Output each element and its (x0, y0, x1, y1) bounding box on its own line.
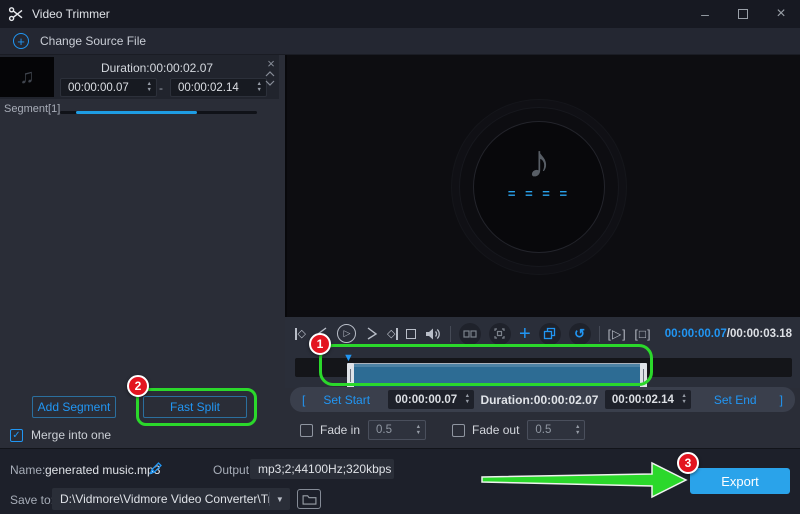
fade-out-input[interactable]: 0.5 ▲ ▼ (527, 420, 585, 440)
next-frame-button[interactable] (364, 326, 379, 341)
change-source-file-button[interactable]: Change Source File (40, 34, 146, 48)
segment-progress-track (60, 111, 257, 114)
browse-folder-button[interactable] (297, 489, 321, 509)
spin-down-icon[interactable]: ▼ (575, 431, 580, 436)
timecode-display: 00:00:00.07/00:00:03.18 (665, 328, 792, 340)
bracket-right: ] (780, 393, 783, 407)
file-name-value: generated music.mp3 (45, 463, 160, 477)
maximize-button[interactable] (732, 3, 754, 25)
step-badge-1: 1 (309, 333, 331, 355)
snapshot-button[interactable] (489, 323, 511, 345)
name-label: Name: (10, 463, 45, 477)
trim-start-stepper[interactable]: ▲ ▼ (465, 394, 474, 405)
trim-end-stepper[interactable]: ▲ ▼ (681, 394, 690, 405)
copy-segment-button[interactable] (539, 323, 561, 345)
range-dash: - (159, 81, 163, 95)
output-label: Output: (213, 463, 252, 477)
reset-button[interactable]: ↺ (569, 323, 591, 345)
annotation-box-fast-split (136, 388, 257, 426)
close-button[interactable]: × (770, 3, 792, 25)
dropdown-caret-icon[interactable]: ▼ (270, 495, 290, 504)
fade-in-label: Fade in (320, 423, 360, 437)
bracket-left: [ (302, 393, 305, 407)
annotation-arrow-export (470, 455, 700, 505)
window-title: Video Trimmer (32, 7, 110, 21)
step-badge-2: 2 (127, 375, 149, 397)
add-segment-icon[interactable]: + (519, 324, 531, 344)
split-button[interactable] (459, 323, 481, 345)
save-to-label: Save to: (10, 493, 54, 507)
fade-in-input[interactable]: 0.5 ▲ ▼ (368, 420, 426, 440)
spin-down-icon[interactable]: ▼ (465, 400, 470, 405)
spin-up-icon[interactable]: ▲ (575, 425, 580, 430)
set-end-button[interactable]: Set End (695, 393, 775, 407)
spin-down-icon[interactable]: ▼ (147, 88, 152, 93)
minimize-button[interactable]: – (694, 3, 716, 25)
annotation-box-timeline (319, 344, 653, 386)
source-bar: + Change Source File (0, 28, 800, 55)
merge-label: Merge into one (31, 428, 111, 442)
segment-move-down-icon[interactable] (265, 80, 275, 86)
toolbar-divider (450, 326, 451, 342)
music-note-icon: ♫ (20, 66, 35, 89)
titlebar: Video Trimmer – × (0, 0, 800, 28)
video-trimmer-window: Video Trimmer – × + Change Source File ♫… (0, 0, 800, 514)
toolbar-divider (599, 326, 600, 342)
maximize-icon (738, 9, 748, 19)
fade-out-stepper[interactable]: ▲ ▼ (575, 425, 584, 436)
trim-start-input[interactable]: 00:00:00.07 ▲ ▼ (388, 390, 474, 409)
scissors-icon (8, 6, 24, 22)
edit-name-icon[interactable] (148, 461, 163, 479)
fade-in-stepper[interactable]: ▲ ▼ (416, 425, 425, 436)
spin-down-icon[interactable]: ▼ (681, 400, 686, 405)
add-segment-button[interactable]: Add Segment (32, 396, 116, 418)
audio-disc: ♪ = = = = (459, 107, 619, 267)
stop-button[interactable] (406, 329, 416, 339)
output-format-field[interactable]: mp3;2;44100Hz;320kbps (250, 459, 394, 479)
spin-up-icon[interactable]: ▲ (416, 425, 421, 430)
spin-down-icon[interactable]: ▼ (416, 431, 421, 436)
merge-checkbox[interactable]: ✓ (10, 429, 23, 442)
set-start-button[interactable]: Set Start (310, 393, 384, 407)
music-note-icon: ♪ (528, 138, 551, 184)
spin-down-icon[interactable]: ▼ (257, 88, 262, 93)
segment-close-icon[interactable]: × (263, 56, 279, 71)
fade-out-checkbox[interactable] (452, 424, 465, 437)
segment-card[interactable]: ♫ Duration:00:00:02.07 00:00:00.07 ▲ ▼ -… (0, 55, 279, 99)
segment-start-stepper[interactable]: ▲ ▼ (147, 82, 156, 93)
segment-name-label: Segment[1] (4, 103, 60, 115)
save-to-dropdown[interactable]: D:\Vidmore\Vidmore Video Converter\Trimm… (52, 488, 290, 510)
go-to-start-button[interactable]: ◇ (295, 327, 306, 340)
trim-end-input[interactable]: 00:00:02.14 ▲ ▼ (605, 390, 691, 409)
step-badge-3: 3 (677, 452, 699, 474)
go-to-end-button[interactable]: ◇ (387, 327, 398, 340)
play-icon: ▷ (344, 328, 351, 339)
segment-move-up-icon[interactable] (265, 71, 275, 77)
segment-progress-fill (76, 111, 197, 114)
export-button[interactable]: Export (690, 468, 790, 494)
fade-out-label: Fade out (472, 423, 519, 437)
segment-start-input[interactable]: 00:00:00.07 ▲ ▼ (60, 78, 157, 97)
trim-duration-label: Duration:00:00:02.07 (478, 393, 600, 407)
play-segment-button[interactable]: [▷] (608, 327, 627, 341)
equalizer-icon: = = = = (508, 186, 570, 201)
segment-thumbnail: ♫ (0, 57, 54, 97)
segment-duration-label: Duration:00:00:02.07 (57, 61, 257, 75)
preview-area: ♪ = = = = (285, 55, 800, 317)
play-button[interactable]: ▷ (337, 324, 356, 343)
trim-controls-row: [ Set Start 00:00:00.07 ▲ ▼ Duration:00:… (290, 387, 795, 412)
volume-icon[interactable] (424, 326, 442, 342)
fade-row: Fade in 0.5 ▲ ▼ Fade out 0.5 ▲ ▼ (285, 412, 800, 448)
segment-end-input[interactable]: 00:00:02.14 ▲ ▼ (170, 78, 267, 97)
stop-segment-button[interactable]: [□] (635, 327, 652, 341)
fade-in-checkbox[interactable] (300, 424, 313, 437)
add-source-icon[interactable]: + (13, 33, 29, 49)
